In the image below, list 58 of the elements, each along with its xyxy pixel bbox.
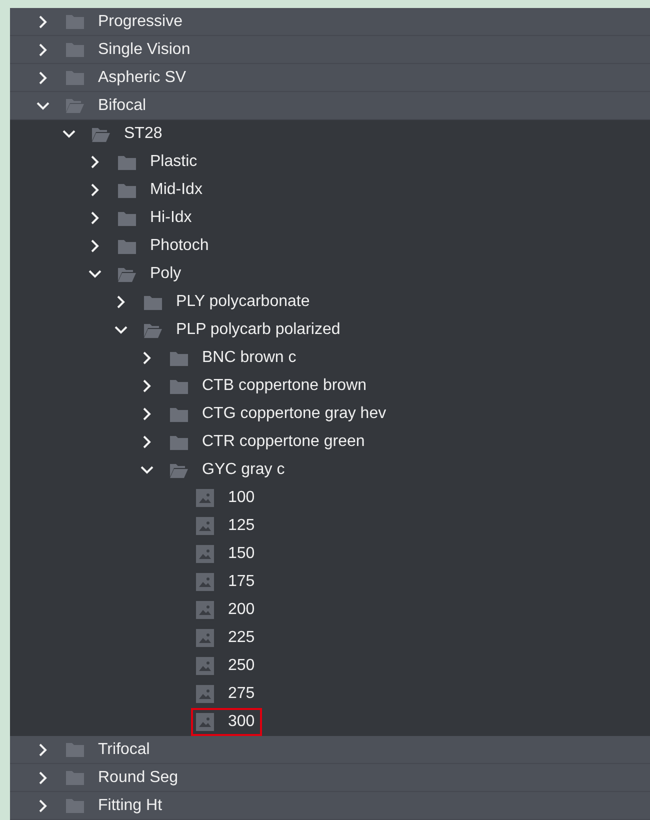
image-item[interactable]: 275 [191, 680, 262, 708]
folder-item[interactable]: Photoch [10, 232, 650, 260]
folder-row[interactable]: Aspheric SV [10, 64, 650, 92]
folder-icon [118, 154, 136, 170]
image-icon [196, 629, 214, 647]
open-folder-icon [118, 266, 136, 282]
folder-icon [66, 14, 84, 29]
image-icon [196, 517, 214, 535]
open-folder-icon [92, 126, 110, 142]
folder-icon [118, 182, 136, 198]
folder-item[interactable]: Plastic [10, 148, 650, 176]
image-item[interactable]: 250 [191, 652, 262, 680]
folder-icon [66, 42, 84, 57]
image-item[interactable]: 175 [191, 568, 262, 596]
folder-row[interactable]: Fitting Ht [10, 792, 650, 820]
image-icon [196, 489, 214, 507]
folder-icon [170, 378, 188, 394]
folder-item[interactable]: GYC gray c [10, 456, 650, 484]
folder-icon [170, 406, 188, 422]
image-icon [196, 657, 214, 675]
folder-icon [144, 294, 162, 310]
folder-item[interactable]: PLY polycarbonate [10, 288, 650, 316]
image-icon [196, 601, 214, 619]
folder-item[interactable]: CTR coppertone green [10, 428, 650, 456]
folder-item[interactable]: Poly [10, 260, 650, 288]
image-icon [196, 545, 214, 563]
image-item[interactable]: 200 [191, 596, 262, 624]
image-item[interactable]: 225 [191, 624, 262, 652]
folder-icon [170, 350, 188, 366]
folder-item[interactable]: CTG coppertone gray hev [10, 400, 650, 428]
folder-icon [66, 770, 84, 785]
folder-item[interactable]: PLP polycarb polarized [10, 316, 650, 344]
image-icon [196, 713, 214, 731]
folder-row[interactable]: Trifocal [10, 736, 650, 764]
folder-row[interactable]: Round Seg [10, 764, 650, 792]
folder-row[interactable]: Progressive [10, 8, 650, 36]
image-item[interactable]: 100 [191, 484, 262, 512]
folder-row[interactable]: Bifocal [10, 92, 650, 120]
folder-item[interactable]: BNC brown c [10, 344, 650, 372]
open-folder-icon [170, 462, 188, 478]
image-item[interactable]: 300 [191, 708, 262, 736]
folder-icon [66, 798, 84, 813]
folder-item[interactable]: Hi-Idx [10, 204, 650, 232]
folder-icon [66, 70, 84, 85]
folder-icon [170, 434, 188, 450]
image-item[interactable]: 125 [191, 512, 262, 540]
image-icon [196, 685, 214, 703]
image-item[interactable]: 150 [191, 540, 262, 568]
open-folder-icon [144, 322, 162, 338]
folder-row[interactable]: Single Vision [10, 36, 650, 64]
folder-item[interactable]: ST28 [10, 120, 650, 148]
image-icon [196, 573, 214, 591]
folder-icon [118, 238, 136, 254]
folder-icon [66, 742, 84, 757]
folder-item[interactable]: Mid-Idx [10, 176, 650, 204]
open-folder-icon [66, 98, 84, 113]
folder-icon [118, 210, 136, 226]
folder-item[interactable]: CTB coppertone brown [10, 372, 650, 400]
